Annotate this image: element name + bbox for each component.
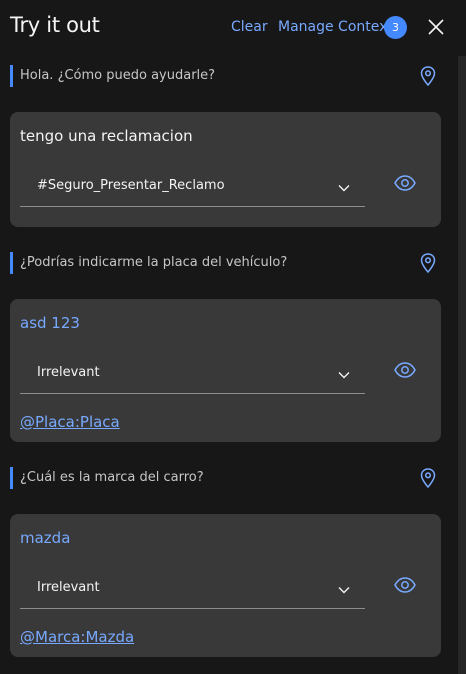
user-message-card: tengo una reclamacion #Seguro_Presentar_…: [10, 112, 441, 227]
eye-icon[interactable]: [394, 175, 416, 191]
context-count-badge[interactable]: 3: [384, 16, 407, 39]
intent-dropdown-value: Irrelevant: [37, 365, 100, 380]
user-message-text: tengo una reclamacion: [20, 127, 193, 145]
user-message-text: asd 123: [20, 314, 80, 332]
message-accent-bar: [10, 252, 13, 274]
bot-message-text: ¿Podrías indicarme la placa del vehículo…: [20, 255, 288, 270]
chevron-down-icon: [338, 372, 350, 379]
entity-link[interactable]: @Marca:Mazda: [20, 628, 134, 646]
intent-dropdown-value: #Seguro_Presentar_Reclamo: [37, 178, 225, 193]
clear-button[interactable]: Clear: [231, 19, 268, 35]
location-pin-icon[interactable]: [418, 252, 438, 274]
eye-icon[interactable]: [394, 577, 416, 593]
bot-message-text: Hola. ¿Cómo puedo ayudarle?: [20, 68, 216, 83]
chevron-down-icon: [338, 587, 350, 594]
bot-message-text: ¿Cuál es la marca del carro?: [20, 470, 204, 485]
entity-link[interactable]: @Placa:Placa: [20, 413, 120, 431]
message-accent-bar: [10, 65, 13, 87]
manage-context-button[interactable]: Manage Context: [278, 19, 393, 35]
intent-dropdown[interactable]: #Seguro_Presentar_Reclamo: [20, 170, 365, 207]
user-message-card: mazda Irrelevant @Marca:Mazda: [10, 514, 441, 657]
chevron-down-icon: [338, 185, 350, 192]
scrollbar-track[interactable]: [458, 56, 466, 674]
panel-header: Try it out Clear Manage Context 3: [0, 0, 466, 56]
intent-dropdown[interactable]: Irrelevant: [20, 572, 365, 609]
eye-icon[interactable]: [394, 362, 416, 378]
close-icon[interactable]: [426, 17, 446, 37]
message-accent-bar: [10, 467, 13, 489]
panel-title: Try it out: [10, 13, 100, 37]
location-pin-icon[interactable]: [418, 467, 438, 489]
intent-dropdown[interactable]: Irrelevant: [20, 357, 365, 394]
intent-dropdown-value: Irrelevant: [37, 580, 100, 595]
user-message-text: mazda: [20, 529, 71, 547]
location-pin-icon[interactable]: [418, 65, 438, 87]
user-message-card: asd 123 Irrelevant @Placa:Placa: [10, 299, 441, 442]
